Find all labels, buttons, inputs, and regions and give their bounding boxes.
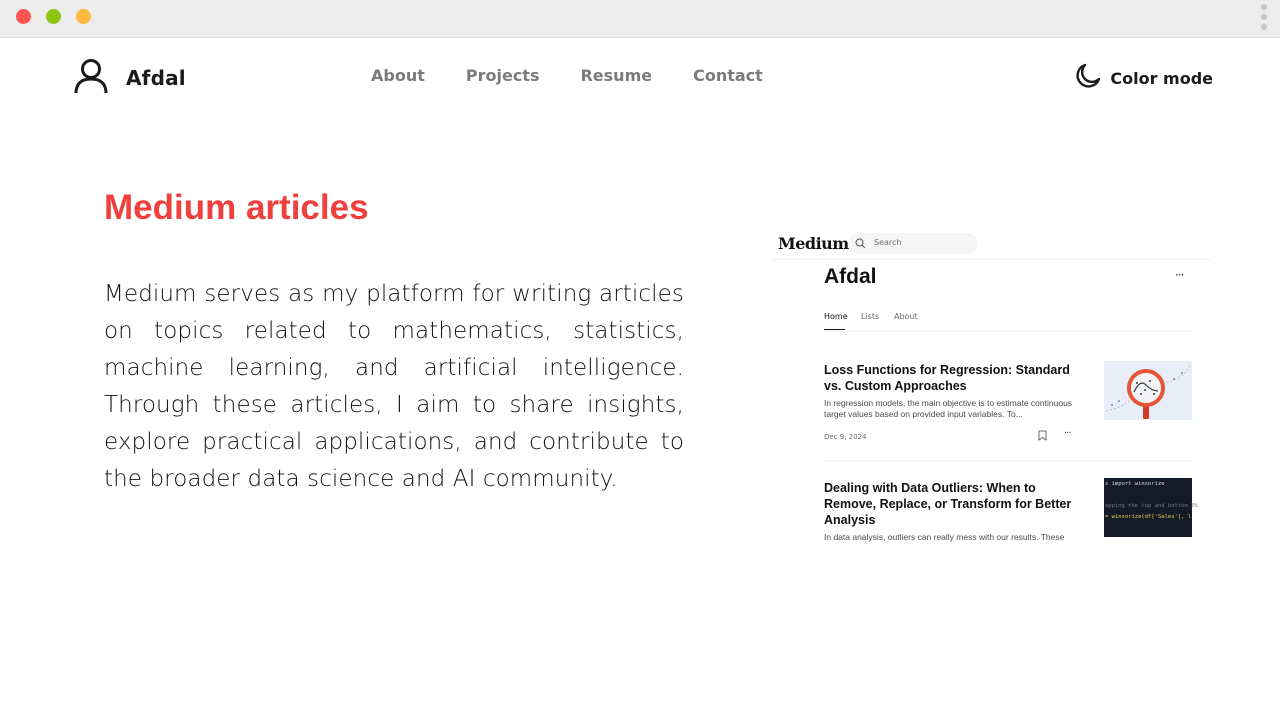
- medium-tab-lists: Lists: [861, 312, 880, 321]
- medium-tab-home: Home: [824, 312, 848, 321]
- medium-tabs: Home Lists About: [824, 312, 1192, 332]
- active-tab-indicator: [824, 329, 845, 330]
- code-thumbnail: s import winsorize apping the top and bo…: [1104, 478, 1198, 537]
- code-line: s import winsorize: [1105, 481, 1165, 487]
- top-nav: Afdal About Projects Resume Contact Colo…: [0, 38, 1280, 118]
- minimize-window-button[interactable]: [46, 9, 61, 24]
- nav-link-about[interactable]: About: [371, 66, 425, 85]
- nav-links: About Projects Resume Contact: [371, 66, 804, 85]
- color-mode-toggle[interactable]: Color mode: [1066, 62, 1213, 94]
- user-icon: [72, 57, 110, 99]
- medium-search-box: Search: [848, 233, 978, 254]
- brand-name: Afdal: [126, 66, 186, 90]
- color-mode-label: Color mode: [1110, 68, 1213, 88]
- section-title: Medium articles: [104, 188, 369, 227]
- medium-header: Medium Search: [772, 228, 1210, 260]
- article-title: Loss Functions for Regression: Standard …: [824, 363, 1070, 393]
- article-card: Loss Functions for Regression: Standard …: [824, 361, 1192, 452]
- magnifier-chart-thumbnail: [1104, 361, 1192, 420]
- browser-titlebar: [0, 0, 1280, 38]
- maximize-window-button[interactable]: [76, 9, 91, 24]
- code-line: apping the top and bottom 5%: [1105, 503, 1198, 509]
- article-title: Dealing with Data Outliers: When to Remo…: [824, 481, 1072, 527]
- moon-icon: [1074, 62, 1102, 94]
- article-card: Dealing with Data Outliers: When to Remo…: [824, 478, 1198, 546]
- article-divider: [824, 460, 1192, 461]
- medium-logo: Medium: [778, 234, 849, 253]
- nav-link-projects[interactable]: Projects: [466, 66, 540, 85]
- section-description: Medium serves as my platform for writing…: [104, 281, 684, 492]
- medium-profile-screenshot[interactable]: Medium Search Afdal ··· Home Lists About…: [772, 228, 1210, 546]
- search-icon: [855, 238, 866, 249]
- nav-link-resume[interactable]: Resume: [580, 66, 652, 85]
- article-excerpt: In data analysis, outliers can really me…: [824, 532, 1065, 542]
- bookmark-icon: [1038, 430, 1047, 444]
- nav-link-contact[interactable]: Contact: [693, 66, 763, 85]
- close-window-button[interactable]: [16, 9, 31, 24]
- medium-profile-name: Afdal: [824, 265, 877, 288]
- kebab-vertical-icon[interactable]: [1260, 4, 1268, 30]
- brand[interactable]: Afdal: [72, 58, 186, 98]
- search-placeholder: Search: [874, 238, 902, 247]
- article-excerpt: In regression models, the main objective…: [824, 398, 1073, 419]
- more-icon: ···: [1175, 268, 1185, 282]
- more-icon: ···: [1064, 428, 1071, 439]
- article-date: Dec 9, 2024: [824, 433, 867, 441]
- medium-tab-about: About: [894, 312, 918, 321]
- code-line: = winsorize(df['Sales'], l: [1105, 514, 1192, 520]
